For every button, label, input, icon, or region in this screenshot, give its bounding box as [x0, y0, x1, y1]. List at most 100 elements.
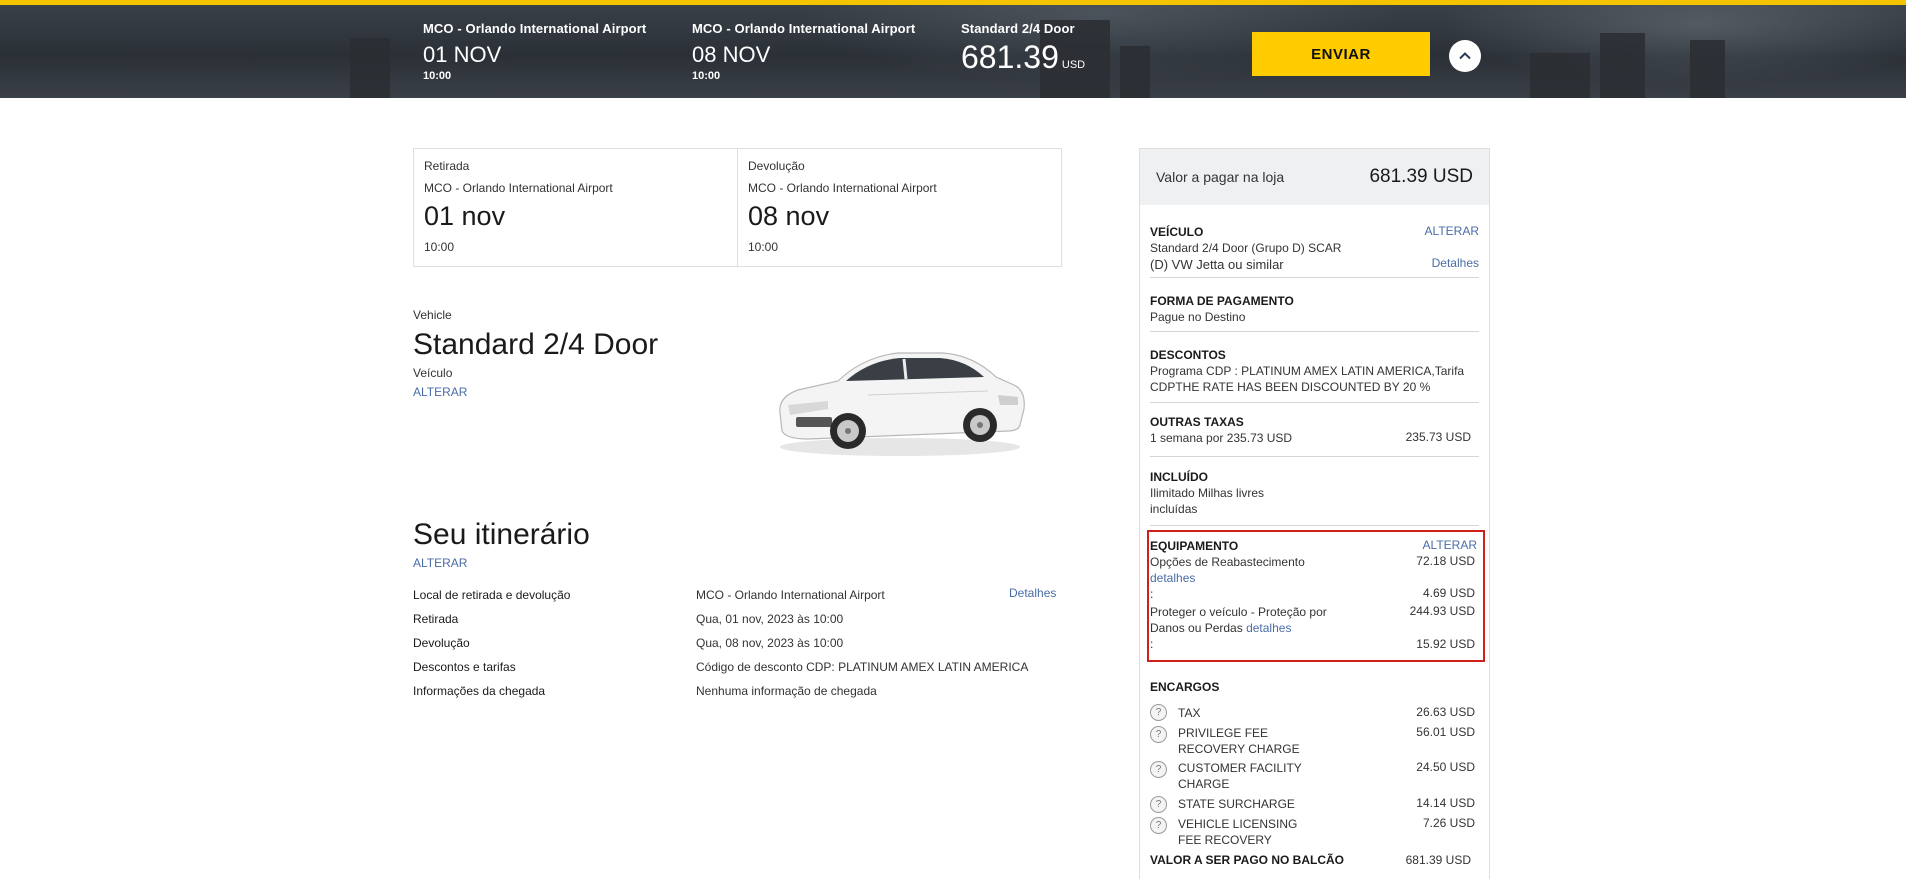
- itinerary-key: Informações da chegada: [413, 684, 546, 698]
- summary-discounts-heading: DESCONTOS: [1150, 348, 1226, 362]
- protection-amount: 244.93 USD: [1409, 604, 1475, 618]
- summary-payment-heading: FORMA DE PAGAMENTO: [1150, 294, 1294, 308]
- divider: [1150, 525, 1479, 526]
- divider: [1150, 277, 1479, 278]
- summary-included-section: INCLUÍDO Ilimitado Milhas livres incluíd…: [1150, 469, 1479, 517]
- charge-label: VEHICLE LICENSING: [1178, 817, 1298, 831]
- booking-summary-bar: MCO - Orlando International Airport 01 N…: [0, 0, 1906, 98]
- charge-label-line2: CHARGE: [1178, 777, 1230, 791]
- return-location: MCO - Orlando International Airport: [748, 181, 937, 195]
- charge-label: PRIVILEGE FEE: [1178, 726, 1269, 740]
- help-icon[interactable]: ?: [1150, 817, 1167, 834]
- skyline-building: [1600, 33, 1645, 98]
- itinerary-details-link[interactable]: Detalhes: [1009, 586, 1056, 600]
- itinerary-value: Código de desconto CDP: PLATINUM AMEX LA…: [696, 660, 1029, 674]
- summary-vehicle-line1: Standard 2/4 Door (Grupo D) SCAR: [1150, 241, 1342, 255]
- protection-label-text: Danos ou Perdas: [1150, 621, 1243, 635]
- help-icon[interactable]: ?: [1150, 726, 1167, 743]
- charge-label: STATE SURCHARGE: [1178, 797, 1295, 811]
- topbar-pickup: MCO - Orlando International Airport 01 N…: [423, 21, 646, 82]
- itinerary-value: Qua, 01 nov, 2023 às 10:00: [696, 612, 844, 626]
- topbar-price-currency: USD: [1061, 59, 1086, 71]
- summary-included-line1: Ilimitado Milhas livres: [1150, 486, 1265, 500]
- pickup-location: MCO - Orlando International Airport: [424, 181, 613, 195]
- skyline-building: [1120, 46, 1150, 98]
- itinerary-row: Retirada Qua, 01 nov, 2023 às 10:00: [413, 612, 1063, 636]
- skyline-building: [1530, 53, 1590, 98]
- collapse-button[interactable]: [1449, 40, 1481, 72]
- help-icon[interactable]: ?: [1150, 796, 1167, 813]
- summary-vehicle-line2: (D) VW Jetta ou similar: [1150, 257, 1284, 272]
- vehicle-title: Standard 2/4 Door: [413, 328, 659, 361]
- pickup-column: Retirada MCO - Orlando International Air…: [414, 149, 737, 266]
- itinerary-change-link[interactable]: ALTERAR: [413, 556, 467, 570]
- summary-vehicle-change-link[interactable]: ALTERAR: [1425, 224, 1479, 238]
- itinerary-row: Informações da chegada Nenhuma informaçã…: [413, 684, 1063, 708]
- return-time: 10:00: [748, 240, 779, 254]
- topbar-vehicle-name: Standard 2/4 Door: [961, 21, 1075, 36]
- summary-header-label: Valor a pagar na loja: [1156, 169, 1285, 185]
- summary-other-fees-amount: 235.73 USD: [1405, 430, 1471, 444]
- vehicle-subtitle: Veículo: [413, 366, 453, 380]
- summary-charges-heading: ENCARGOS: [1150, 680, 1220, 694]
- counter-total-amount: 681.39 USD: [1405, 853, 1471, 867]
- topbar-return: MCO - Orlando International Airport 08 N…: [692, 21, 915, 82]
- topbar-price-value: 681.39: [961, 39, 1059, 75]
- charge-amount: 24.50 USD: [1416, 760, 1475, 774]
- divider: [1150, 331, 1479, 332]
- topbar-return-date: 08 NOV: [692, 42, 771, 67]
- chevron-up-icon: [1459, 52, 1471, 60]
- vehicle-change-link[interactable]: ALTERAR: [413, 385, 658, 399]
- itinerary-key: Devolução: [413, 636, 470, 650]
- return-column: Devolução MCO - Orlando International Ai…: [737, 149, 1061, 266]
- itinerary-value: Qua, 08 nov, 2023 às 10:00: [696, 636, 844, 650]
- price-summary-panel: Valor a pagar na loja 681.39 USD VEÍCULO…: [1139, 148, 1490, 879]
- charge-label: CUSTOMER FACILITY: [1178, 761, 1302, 775]
- counter-total-label: VALOR A SER PAGO NO BALCÃO: [1150, 853, 1345, 867]
- send-button[interactable]: ENVIAR: [1252, 32, 1430, 76]
- summary-charges-section: ENCARGOS ? TAX 26.63 USD ? PRIVILEGE FEE…: [1150, 679, 1479, 879]
- summary-vehicle-section: VEÍCULO ALTERAR Standard 2/4 Door (Grupo…: [1150, 224, 1479, 272]
- charge-label: TAX: [1178, 706, 1201, 720]
- help-icon[interactable]: ?: [1150, 704, 1167, 721]
- itinerary-row: Descontos e tarifas Código de desconto C…: [413, 660, 1063, 684]
- return-label: Devolução: [748, 159, 805, 173]
- summary-payment-line: Pague no Destino: [1150, 310, 1246, 324]
- itinerary-row: Local de retirada e devolução MCO - Orla…: [413, 586, 1063, 612]
- charge-amount: 56.01 USD: [1416, 725, 1475, 739]
- summary-header: Valor a pagar na loja 681.39 USD: [1140, 149, 1489, 205]
- topbar-pickup-location: MCO - Orlando International Airport: [423, 21, 647, 36]
- protection-details-link[interactable]: detalhes: [1246, 621, 1291, 635]
- topbar-price: 681.39 USD: [961, 39, 1085, 76]
- divider: [1150, 456, 1479, 457]
- vehicle-section: Vehicle Standard 2/4 Door Veículo ALTERA…: [413, 308, 658, 399]
- charge-amount: 26.63 USD: [1416, 705, 1475, 719]
- protection-label-line2: Danos ou Perdas detalhes: [1150, 620, 1479, 636]
- summary-other-fees-section: OUTRAS TAXAS 1 semana por 235.73 USD 235…: [1150, 414, 1479, 446]
- itinerary-key: Descontos e tarifas: [413, 660, 516, 674]
- topbar-price-block: Standard 2/4 Door 681.39 USD: [961, 21, 1085, 76]
- topbar-return-location: MCO - Orlando International Airport: [692, 21, 916, 36]
- itinerary-title: Seu itinerário: [413, 518, 590, 551]
- summary-equipment-section: EQUIPAMENTO ALTERAR Opções de Reabasteci…: [1150, 538, 1479, 658]
- pickup-label: Retirada: [424, 159, 470, 173]
- summary-vehicle-details-link[interactable]: Detalhes: [1432, 256, 1479, 270]
- summary-header-value: 681.39 USD: [1369, 166, 1473, 187]
- summary-equipment-change-link[interactable]: ALTERAR: [1423, 538, 1477, 552]
- help-icon[interactable]: ?: [1150, 761, 1167, 778]
- charge-amount: 7.26 USD: [1422, 816, 1475, 830]
- summary-other-fees-heading: OUTRAS TAXAS: [1150, 415, 1244, 429]
- summary-discounts-line2: CDPTHE RATE HAS BEEN DISCOUNTED BY 20 %: [1150, 380, 1431, 394]
- car-image: [779, 352, 1025, 456]
- refuel-details-link[interactable]: detalhes: [1150, 570, 1479, 586]
- refuel-option-amount: 72.18 USD: [1416, 554, 1475, 568]
- pickup-return-card: Retirada MCO - Orlando International Air…: [413, 148, 1062, 267]
- topbar-pickup-date: 01 NOV: [423, 42, 502, 67]
- vehicle-eyebrow: Vehicle: [413, 308, 452, 322]
- summary-included-line2: incluídas: [1150, 502, 1198, 516]
- charge-label-line2: FEE RECOVERY: [1178, 833, 1272, 847]
- summary-payment-section: FORMA DE PAGAMENTO Pague no Destino: [1150, 293, 1479, 325]
- skyline-building: [1690, 40, 1725, 98]
- itinerary-value: Nenhuma informação de chegada: [696, 684, 877, 698]
- refuel-extra-amount: 4.69 USD: [1422, 586, 1475, 600]
